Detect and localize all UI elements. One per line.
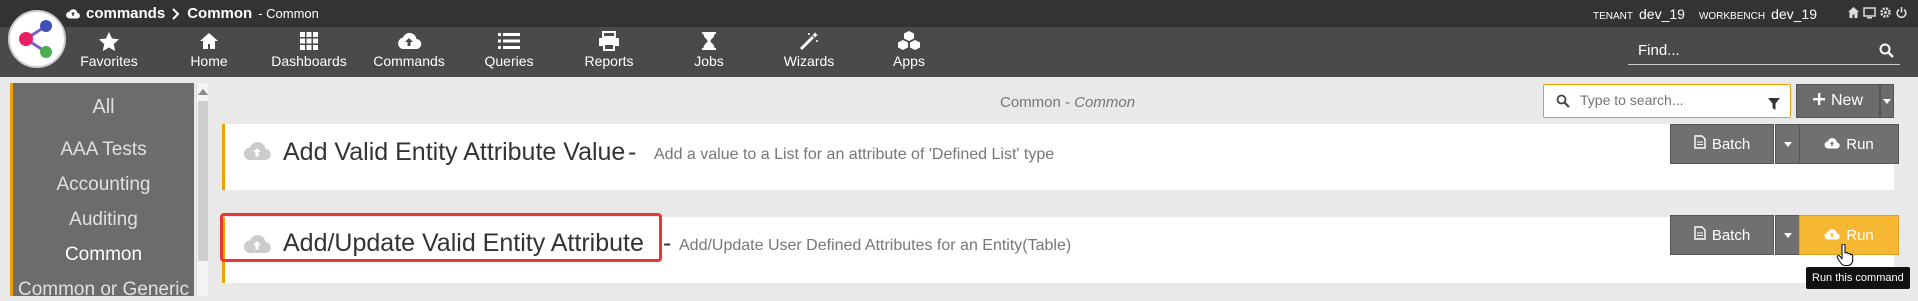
workbench-value[interactable]: dev_19 — [1771, 6, 1817, 22]
nav-dashboards[interactable]: Dashboards — [264, 31, 354, 69]
sidebar-item-auditing[interactable]: Auditing — [13, 209, 194, 231]
title-separator: - — [663, 229, 672, 257]
batch-dropdown-toggle[interactable] — [1775, 215, 1801, 255]
scrollbar-thumb[interactable] — [197, 101, 208, 261]
breadcrumb-current[interactable]: Common — [187, 5, 252, 22]
highlight-box — [220, 213, 662, 262]
command-row: Add/Update Valid Entity Attribute - Add/… — [220, 213, 1899, 283]
command-row: Add Valid Entity Attribute Value - Add a… — [222, 124, 1899, 190]
chevron-down-icon — [1784, 141, 1792, 147]
cloud-upload-icon — [364, 31, 454, 51]
new-dropdown-toggle[interactable] — [1880, 84, 1894, 118]
global-find — [1628, 37, 1900, 65]
search-input[interactable] — [1580, 85, 1780, 115]
batch-label: Batch — [1711, 135, 1751, 153]
star-icon — [64, 31, 154, 51]
nav-label: Wizards — [783, 53, 835, 69]
document-icon — [1694, 226, 1706, 244]
sidebar-item-aaa-tests[interactable]: AAA Tests — [13, 139, 194, 161]
nav-label: Reports — [584, 53, 634, 69]
run-label: Run — [1846, 226, 1874, 244]
chevron-down-icon — [1883, 99, 1891, 104]
context-italic: Common — [1074, 94, 1136, 111]
breadcrumb-root[interactable]: commands — [86, 5, 165, 22]
environment-info: TENANT dev_19 WORKBENCH dev_19 — [1593, 6, 1908, 22]
sidebar-item-common[interactable]: Common — [13, 244, 194, 266]
magic-wand-icon — [764, 31, 854, 51]
new-button[interactable]: New — [1796, 84, 1880, 118]
breadcrumb: commands Common - Common — [66, 5, 319, 22]
list-icon — [464, 31, 554, 51]
command-description: Add a value to a List for an attribute o… — [654, 146, 1055, 163]
nav-label: Favorites — [80, 53, 138, 69]
cloud-upload-icon — [243, 140, 271, 167]
cloud-upload-icon — [1824, 227, 1840, 244]
dashboard-icon[interactable] — [1863, 6, 1876, 19]
command-title[interactable]: Add Valid Entity Attribute Value — [283, 138, 625, 167]
hand-cursor-icon — [1836, 243, 1854, 271]
sidebar-item-accounting[interactable]: Accounting — [13, 174, 194, 196]
batch-button[interactable]: Batch — [1670, 215, 1774, 255]
nav-label: Dashboards — [271, 53, 347, 69]
document-icon — [1694, 135, 1706, 153]
plus-icon — [1812, 92, 1825, 110]
grid-icon — [264, 31, 354, 51]
main-nav: Favorites Home Dashboards Commands Queri… — [0, 27, 1918, 77]
app-logo[interactable] — [8, 10, 66, 68]
nav-apps[interactable]: Apps — [864, 31, 954, 69]
nav-label: Apps — [893, 53, 925, 69]
chevron-down-icon — [1784, 232, 1792, 238]
nav-label: Queries — [484, 53, 534, 69]
home-icon — [164, 31, 254, 51]
power-icon[interactable] — [1895, 6, 1908, 19]
nav-favorites[interactable]: Favorites — [64, 31, 154, 69]
batch-label: Batch — [1711, 226, 1751, 244]
nav-label: Commands — [373, 53, 445, 69]
top-icons — [1847, 6, 1908, 19]
workbench-label: WORKBENCH — [1698, 11, 1766, 22]
cloud-upload-icon — [66, 8, 80, 19]
home-icon[interactable] — [1847, 6, 1860, 19]
batch-dropdown-toggle[interactable] — [1775, 124, 1801, 164]
hourglass-icon — [664, 31, 754, 51]
title-separator: - — [628, 138, 637, 166]
run-tooltip: Run this command — [1806, 267, 1910, 289]
cloud-upload-icon — [1824, 136, 1840, 153]
nav-queries[interactable]: Queries — [464, 31, 554, 69]
category-sidebar: All AAA Tests Accounting Auditing Common… — [10, 83, 194, 300]
nav-jobs[interactable]: Jobs — [664, 31, 754, 69]
nav-label: Jobs — [694, 53, 724, 69]
cubes-icon — [864, 31, 954, 51]
command-search — [1543, 84, 1791, 118]
context-title: Common - Common — [1000, 94, 1135, 111]
tenant-value[interactable]: dev_19 — [1639, 6, 1685, 22]
nav-label: Home — [190, 53, 228, 69]
run-label: Run — [1846, 135, 1874, 153]
sidebar-item-common-or-generic[interactable]: Common or Generic — [13, 279, 194, 301]
run-button[interactable]: Run — [1799, 124, 1899, 164]
filter-icon[interactable] — [1768, 97, 1780, 115]
search-icon — [1556, 94, 1570, 113]
nav-reports[interactable]: Reports — [564, 31, 654, 69]
printer-icon — [564, 31, 654, 51]
nav-home[interactable]: Home — [164, 31, 254, 69]
scroll-up-arrow-icon[interactable] — [197, 89, 208, 95]
top-bar: commands Common - Common TENANT dev_19 W… — [0, 0, 1918, 27]
sidebar-item-all[interactable]: All — [13, 96, 194, 119]
find-input[interactable] — [1628, 37, 1868, 63]
tenant-label: TENANT — [1593, 11, 1633, 22]
command-description: Add/Update User Defined Attributes for a… — [679, 237, 1072, 254]
nav-wizards[interactable]: Wizards — [764, 31, 854, 69]
breadcrumb-sub: - Common — [258, 6, 319, 21]
sidebar-scrollbar[interactable] — [196, 83, 208, 296]
context-prefix: Common - — [1000, 94, 1071, 111]
gear-icon[interactable] — [1879, 6, 1892, 19]
new-label: New — [1830, 92, 1863, 109]
nav-commands[interactable]: Commands — [364, 31, 454, 69]
batch-button[interactable]: Batch — [1670, 124, 1774, 164]
chevron-right-icon — [171, 7, 181, 20]
